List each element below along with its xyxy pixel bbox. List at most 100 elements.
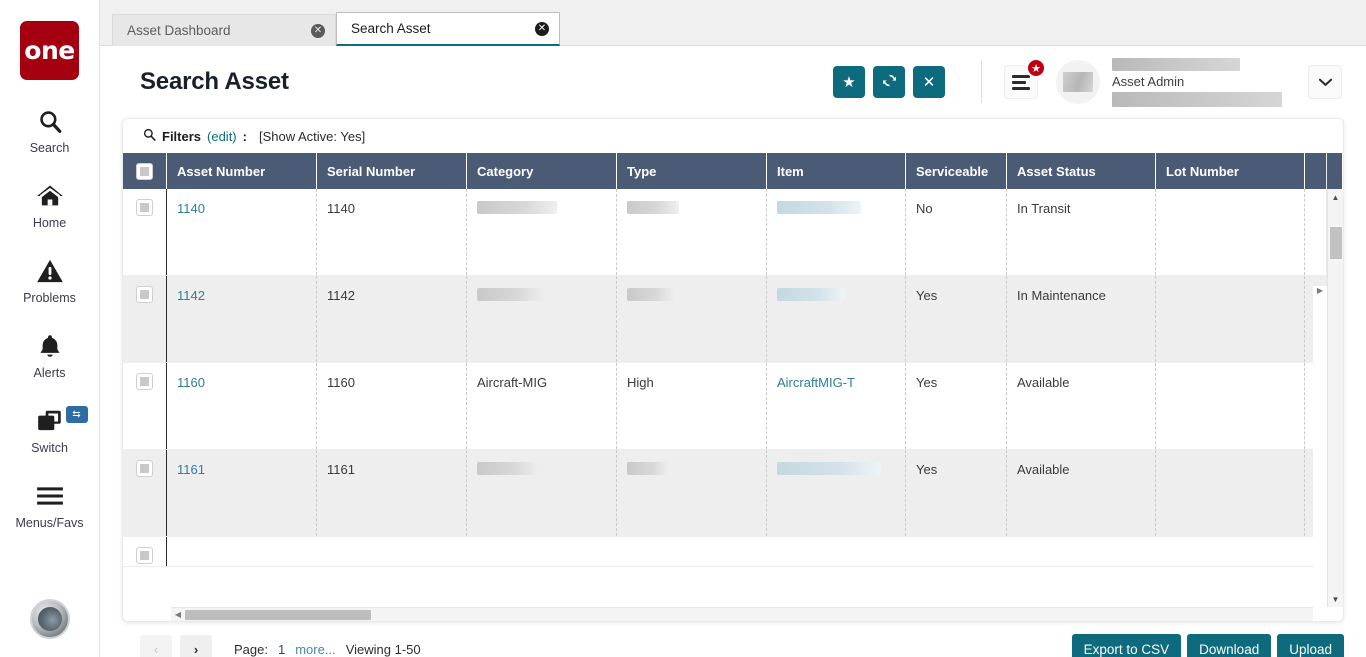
table-row[interactable]: 1160 1160 Aircraft-MIG High AircraftMIG-… xyxy=(123,363,1343,450)
viewing-range: Viewing 1-50 xyxy=(345,641,421,657)
close-circle-icon[interactable]: ✕ xyxy=(311,23,325,38)
close-circle-icon[interactable]: ✕ xyxy=(535,21,549,36)
sidebar-item-problems[interactable]: Problems xyxy=(0,254,100,305)
asset-number-link[interactable]: 1161 xyxy=(177,462,205,477)
avatar[interactable] xyxy=(29,599,70,639)
pagination-info: Page: 1 more... Viewing 1-50 xyxy=(234,642,421,657)
cell-asset-number[interactable]: 1140 xyxy=(167,189,317,275)
column-header-serviceable[interactable]: Serviceable xyxy=(906,153,1007,189)
user-role: Asset Admin xyxy=(1112,73,1185,89)
app-logo-text: one xyxy=(24,36,75,65)
checkbox-icon xyxy=(136,373,153,390)
sidebar-item-label: Home xyxy=(32,216,67,230)
grid-vertical-scrollbar[interactable]: ▲ ▼ xyxy=(1327,189,1343,607)
table-row[interactable]: 1161 1161 Yes Available xyxy=(123,450,1343,537)
row-select-checkbox[interactable] xyxy=(123,276,167,362)
grid-horizontal-scrollbar[interactable]: ◀ ▶ xyxy=(171,286,1327,621)
upload-button[interactable]: Upload xyxy=(1277,634,1344,657)
scroll-down-icon[interactable]: ▼ xyxy=(1328,591,1343,607)
user-name-redacted xyxy=(1112,57,1240,71)
tab-label: Asset Dashboard xyxy=(127,23,231,38)
cell-item[interactable]: AircraftMIG-T xyxy=(767,363,906,449)
cell-category: Aircraft-MIG xyxy=(467,363,617,449)
cell-asset-status: In Maintenance xyxy=(1007,276,1156,362)
data-grid-body: 1140 1140 No In Transit 1142 1142 Yes In… xyxy=(123,189,1343,621)
cell-serviceable: Yes xyxy=(906,276,1007,362)
cell-type xyxy=(617,450,767,536)
cell-asset-number[interactable]: 1160 xyxy=(167,363,317,449)
row-select-checkbox[interactable] xyxy=(123,363,167,449)
scroll-right-icon[interactable]: ▶ xyxy=(1313,286,1327,621)
filters-edit-link[interactable]: (edit) xyxy=(207,129,237,144)
row-select-checkbox[interactable] xyxy=(123,450,167,536)
column-header-item[interactable]: Item xyxy=(767,153,906,189)
checkbox-icon xyxy=(136,199,153,216)
cell-serial-number: 1160 xyxy=(317,363,467,449)
cell-category xyxy=(467,450,617,536)
favorite-button[interactable]: ★ xyxy=(833,66,865,98)
user-block[interactable]: Asset Admin xyxy=(1056,57,1282,107)
sidebar-item-search[interactable]: Search xyxy=(0,104,100,155)
user-details: Asset Admin xyxy=(1112,57,1282,107)
filters-bar: Filters (edit) : [Show Active: Yes] xyxy=(123,119,1343,153)
asset-number-link[interactable]: 1142 xyxy=(177,288,205,303)
cell-serviceable: No xyxy=(906,189,1007,275)
vertical-scroll-thumb[interactable] xyxy=(1330,227,1342,259)
export-to-csv-button[interactable]: Export to CSV xyxy=(1071,634,1182,657)
cell-asset-number[interactable]: 1161 xyxy=(167,450,317,536)
app-logo[interactable]: one xyxy=(20,21,79,80)
asset-number-link[interactable]: 1160 xyxy=(177,375,205,390)
redacted-value xyxy=(477,201,557,214)
menu-button[interactable]: ★ xyxy=(1004,58,1046,99)
sidebar-item-switch[interactable]: ⇆ Switch xyxy=(0,404,100,455)
user-avatar xyxy=(1056,60,1100,104)
search-icon xyxy=(143,128,156,144)
row-select-checkbox[interactable] xyxy=(123,537,167,566)
user-menu-chevron-down-icon[interactable] xyxy=(1308,65,1342,99)
tab-asset-dashboard[interactable]: Asset Dashboard ✕ xyxy=(112,14,336,46)
horizontal-scroll-thumb[interactable] xyxy=(185,609,371,620)
item-link[interactable]: AircraftMIG-T xyxy=(777,375,855,390)
cell-lot-number xyxy=(1156,189,1305,275)
download-button[interactable]: Download xyxy=(1187,634,1272,657)
cell-serviceable: Yes xyxy=(906,450,1007,536)
column-header-type[interactable]: Type xyxy=(617,153,767,189)
table-row[interactable]: 1142 1142 Yes In Maintenance xyxy=(123,276,1343,363)
cell-asset-status: In Transit xyxy=(1007,189,1156,275)
column-header-asset-number[interactable]: Asset Number xyxy=(167,153,317,189)
refresh-button[interactable] xyxy=(873,66,905,98)
asset-number-link[interactable]: 1140 xyxy=(177,201,205,216)
column-header-serial-number[interactable]: Serial Number xyxy=(317,153,467,189)
redacted-value xyxy=(777,462,881,475)
close-button[interactable]: ✕ xyxy=(913,66,945,98)
table-row[interactable]: 1140 1140 No In Transit xyxy=(123,189,1343,276)
sidebar-item-home[interactable]: Home xyxy=(0,179,100,230)
scroll-left-icon[interactable]: ◀ xyxy=(171,610,185,619)
cell-item xyxy=(767,450,906,536)
row-select-checkbox[interactable] xyxy=(123,189,167,275)
sidebar-item-menus-favs[interactable]: Menus/Favs xyxy=(0,479,100,530)
data-grid: Asset Number Serial Number Category Type… xyxy=(123,153,1343,621)
next-page-button[interactable]: › xyxy=(180,635,212,657)
tab-search-asset[interactable]: Search Asset ✕ xyxy=(336,12,560,46)
bell-icon xyxy=(37,329,63,363)
scroll-up-icon[interactable]: ▲ xyxy=(1328,189,1343,205)
cell-asset-number[interactable]: 1142 xyxy=(167,276,317,362)
column-header-overflow[interactable] xyxy=(1305,153,1343,189)
home-icon xyxy=(36,179,64,213)
swap-arrows-icon[interactable]: ⇆ xyxy=(65,406,88,423)
select-all-checkbox[interactable] xyxy=(123,153,167,189)
table-row[interactable] xyxy=(123,537,1343,567)
page-number[interactable]: 1 xyxy=(278,642,285,657)
page-header: Search Asset ★ ✕ ★ Asset Admin xyxy=(100,46,1366,118)
column-header-category[interactable]: Category xyxy=(467,153,617,189)
search-icon xyxy=(37,104,63,138)
content-card-wrapper: Filters (edit) : [Show Active: Yes] Asse… xyxy=(100,118,1366,622)
previous-page-button[interactable]: ‹ xyxy=(140,635,172,657)
cell-serial-number: 1161 xyxy=(317,450,467,536)
content-card: Filters (edit) : [Show Active: Yes] Asse… xyxy=(122,118,1344,622)
sidebar-item-alerts[interactable]: Alerts xyxy=(0,329,100,380)
more-pages-link[interactable]: more... xyxy=(295,642,335,657)
column-header-asset-status[interactable]: Asset Status xyxy=(1007,153,1156,189)
column-header-lot-number[interactable]: Lot Number xyxy=(1156,153,1305,189)
